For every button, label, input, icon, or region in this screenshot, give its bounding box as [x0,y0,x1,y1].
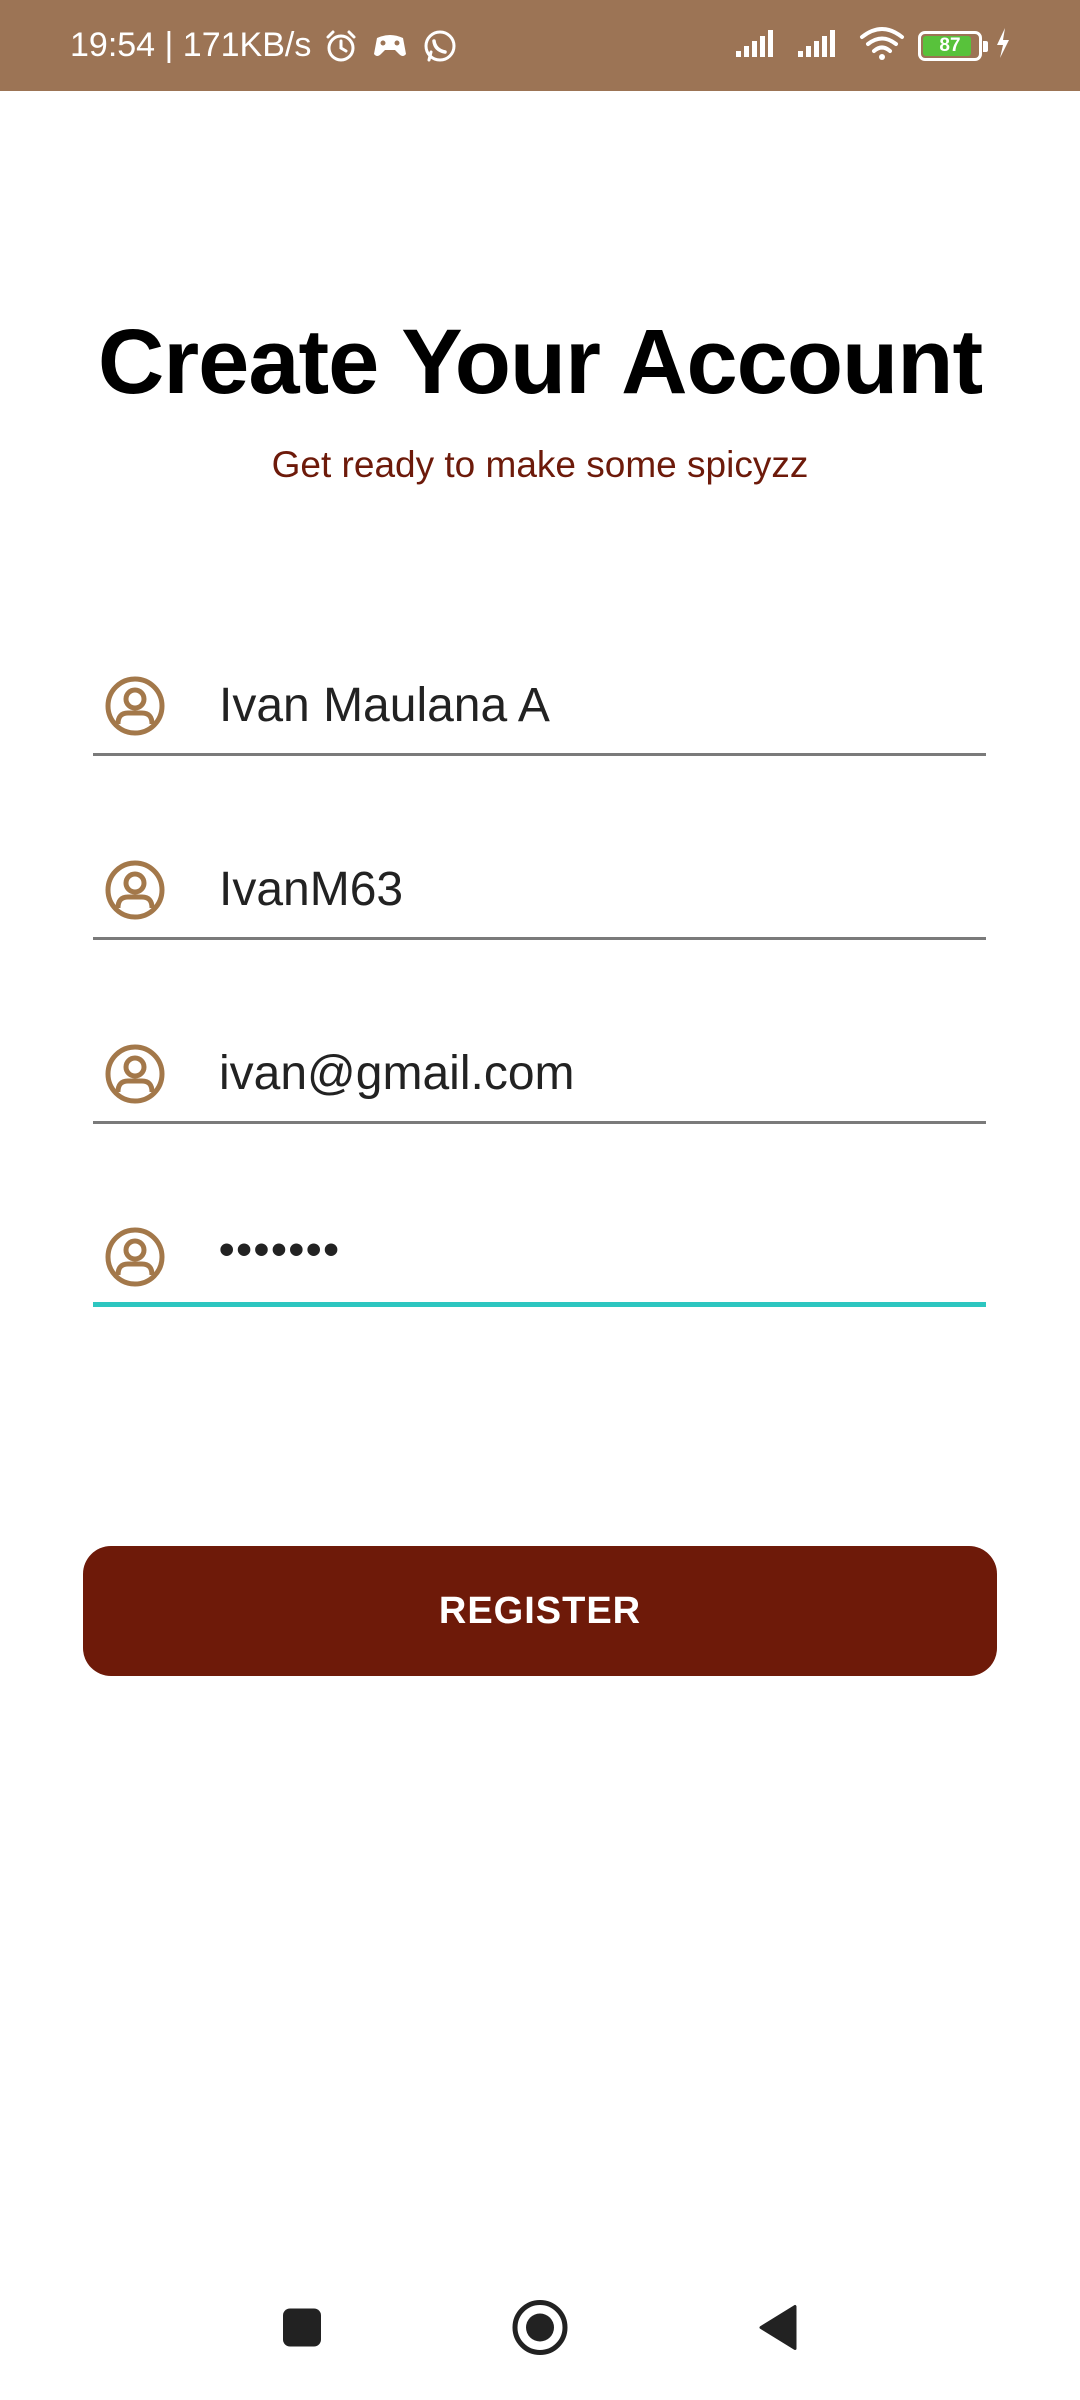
status-bar: 19:54 | 171KB/s 87 [0,0,1080,91]
username-field[interactable]: IvanM63 [93,840,986,940]
full-name-field[interactable]: Ivan Maulana A [93,656,986,756]
user-circle-icon [104,675,166,737]
password-value: ••••••• [219,1225,341,1274]
home-circle-icon[interactable] [511,2299,569,2362]
page-subtitle: Get ready to make some spicyzz [271,444,809,485]
navigation-bar [0,2260,1080,2400]
user-circle-icon [104,859,166,921]
alarm-icon [323,28,359,64]
status-bar-right: 87 [734,0,1012,91]
signal-icon [734,27,784,64]
user-circle-icon [104,1226,166,1288]
charging-icon [994,26,1012,65]
status-bar-left: 19:54 | 171KB/s [70,0,459,91]
full-name-value: Ivan Maulana A [219,679,550,732]
email-value: ivan@gmail.com [219,1047,575,1100]
register-button[interactable]: REGISTER [83,1546,997,1676]
battery-percent: 87 [939,34,961,56]
status-time: 19:54 | 171KB/s [70,26,312,64]
game-icon [371,28,409,64]
password-field[interactable]: ••••••• [93,1207,986,1307]
user-circle-icon [104,1043,166,1105]
wifi-icon [858,25,906,66]
signal-icon [796,27,846,64]
username-value: IvanM63 [219,863,404,916]
email-field[interactable]: ivan@gmail.com [93,1024,986,1124]
recents-square-icon[interactable] [281,2307,323,2354]
whatsapp-icon [421,27,459,65]
register-screen: 19:54 | 171KB/s 87 Create Your Account G… [0,0,1080,2400]
battery-icon: 87 [918,30,988,61]
back-triangle-icon[interactable] [757,2304,799,2357]
page-title: Create Your Account [97,311,983,413]
